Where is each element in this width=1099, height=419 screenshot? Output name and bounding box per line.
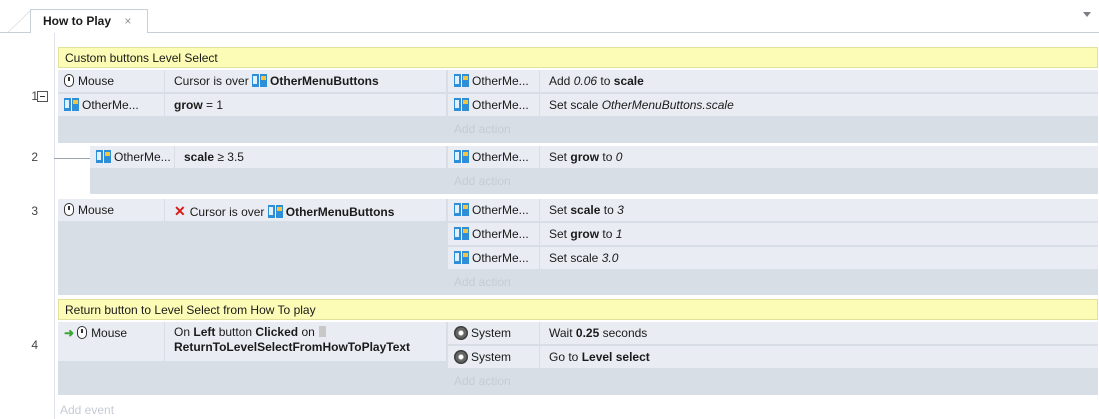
conditions: Mouse ✕ Cursor is over OtherMenuButtons	[58, 199, 446, 295]
action-row[interactable]: OtherMe... Set scale OtherMenuButtons.sc…	[448, 94, 1098, 117]
sprite-icon	[454, 150, 469, 163]
condition-object: OtherMe...	[90, 146, 175, 168]
condition-object: Mouse	[58, 70, 165, 92]
tree-branch-line	[54, 158, 90, 159]
action-text: Add 0.06 to scale	[549, 74, 644, 88]
conditions: ➜ Mouse On Left button Clicked on ReturnT…	[58, 322, 446, 395]
x-icon: ✕	[174, 203, 186, 219]
group-title: Custom buttons Level Select	[65, 51, 218, 65]
tab-strip: How to Play ×	[0, 0, 1099, 34]
event-number: 2	[31, 150, 38, 164]
event-2[interactable]: 2 OtherMe... scale ≥ 3.5 OtherMe... Set …	[31, 146, 1098, 194]
event-number: 3	[31, 204, 38, 218]
sprite-icon	[96, 150, 111, 163]
conditions: Mouse Cursor is over OtherMenuButtons Ot…	[58, 70, 446, 143]
add-action-link[interactable]: Add action	[454, 170, 511, 193]
action-text: Go to Level select	[549, 350, 650, 364]
action-row[interactable]: System Wait 0.25 seconds	[448, 322, 1098, 345]
mouse-icon	[77, 326, 88, 339]
action-text: Wait 0.25 seconds	[549, 326, 648, 340]
action-row[interactable]: System Go to Level select	[448, 346, 1098, 369]
sprite-icon	[454, 74, 469, 87]
action-row[interactable]: OtherMe... Set grow to 0	[448, 146, 1098, 169]
sprite-icon	[454, 251, 469, 264]
condition-row[interactable]: ➜ Mouse On Left button Clicked on ReturnT…	[58, 322, 446, 362]
gear-icon	[454, 326, 468, 340]
action-object: OtherMe...	[448, 146, 540, 168]
action-object: OtherMe...	[448, 94, 540, 116]
action-row[interactable]: OtherMe... Set grow to 1	[448, 223, 1098, 246]
action-text: Set grow to 1	[549, 227, 623, 241]
condition-text: On Left button Clicked on ReturnToLevelS…	[174, 325, 411, 354]
group-header-custom-buttons[interactable]: Custom buttons Level Select	[58, 47, 1098, 68]
condition-text: grow = 1	[174, 98, 224, 112]
event-3[interactable]: 3 Mouse ✕ Cursor is over OtherMenuButtons…	[31, 199, 1098, 295]
close-icon[interactable]: ×	[124, 14, 131, 28]
condition-text: ✕ Cursor is over OtherMenuButtons	[174, 203, 395, 219]
action-row[interactable]: OtherMe... Set scale 3.0	[448, 247, 1098, 270]
actions: System Wait 0.25 seconds System Go to Le…	[448, 322, 1098, 395]
sprite-icon	[267, 205, 283, 218]
action-text: Set scale to 3	[549, 203, 624, 217]
condition-row[interactable]: OtherMe... scale ≥ 3.5	[90, 146, 446, 169]
sprite-icon	[64, 98, 79, 111]
action-object: System	[448, 346, 540, 368]
add-event-link[interactable]: Add event	[60, 403, 114, 417]
text-object-icon	[318, 326, 326, 337]
green-arrow-icon: ➜	[64, 326, 75, 340]
condition-text: scale ≥ 3.5	[184, 150, 244, 164]
tab-label: How to Play	[43, 14, 112, 28]
event-sheet: Custom buttons Level Select 1 Mouse Curs…	[0, 33, 1099, 419]
event-number: 4	[31, 338, 38, 352]
condition-row[interactable]: Mouse Cursor is over OtherMenuButtons	[58, 70, 446, 93]
action-text: Set scale 3.0	[549, 251, 619, 265]
action-object: OtherMe...	[448, 199, 540, 221]
add-action-link[interactable]: Add action	[454, 370, 511, 393]
condition-object: OtherMe...	[58, 94, 165, 116]
tab-how-to-play[interactable]: How to Play ×	[30, 9, 148, 34]
actions: OtherMe... Set grow to 0 Add action	[448, 146, 1098, 194]
condition-object: Mouse	[58, 199, 165, 221]
event-4[interactable]: 4 ➜ Mouse On Left button Clicked on Retur…	[31, 322, 1098, 395]
sprite-icon	[454, 227, 469, 240]
sprite-icon	[454, 98, 469, 111]
condition-text: Cursor is over OtherMenuButtons	[174, 74, 379, 88]
tab-fold-decoration	[6, 9, 32, 34]
add-action-link[interactable]: Add action	[454, 118, 511, 141]
action-text: Set scale OtherMenuButtons.scale	[549, 98, 734, 112]
sprite-icon	[454, 203, 469, 216]
chevron-down-icon[interactable]	[1083, 12, 1091, 17]
action-text: Set grow to 0	[549, 150, 623, 164]
condition-object: ➜ Mouse	[58, 322, 165, 361]
conditions: OtherMe... scale ≥ 3.5	[90, 146, 446, 194]
collapse-minus-icon[interactable]	[37, 91, 48, 102]
action-row[interactable]: OtherMe... Add 0.06 to scale	[448, 70, 1098, 93]
action-object: System	[448, 322, 540, 344]
condition-row[interactable]: OtherMe... grow = 1	[58, 94, 446, 117]
sprite-icon	[252, 74, 268, 87]
action-row[interactable]: OtherMe... Set scale to 3	[448, 199, 1098, 222]
margin-line	[54, 33, 55, 419]
add-action-link[interactable]: Add action	[454, 271, 511, 294]
mouse-icon	[64, 203, 74, 216]
group-header-return-button[interactable]: Return button to Level Select from How T…	[58, 299, 1098, 320]
event-number: 1	[31, 89, 38, 103]
event-1[interactable]: 1 Mouse Cursor is over OtherMenuButtons …	[31, 70, 1098, 143]
action-object: OtherMe...	[448, 223, 540, 245]
gear-icon	[454, 350, 468, 364]
condition-row[interactable]: Mouse ✕ Cursor is over OtherMenuButtons	[58, 199, 446, 222]
actions: OtherMe... Add 0.06 to scale OtherMe... …	[448, 70, 1098, 143]
action-object: OtherMe...	[448, 70, 540, 92]
action-object: OtherMe...	[448, 247, 540, 269]
group-title: Return button to Level Select from How T…	[65, 303, 316, 317]
actions: OtherMe... Set scale to 3 OtherMe... Set…	[448, 199, 1098, 295]
mouse-icon	[64, 74, 74, 87]
